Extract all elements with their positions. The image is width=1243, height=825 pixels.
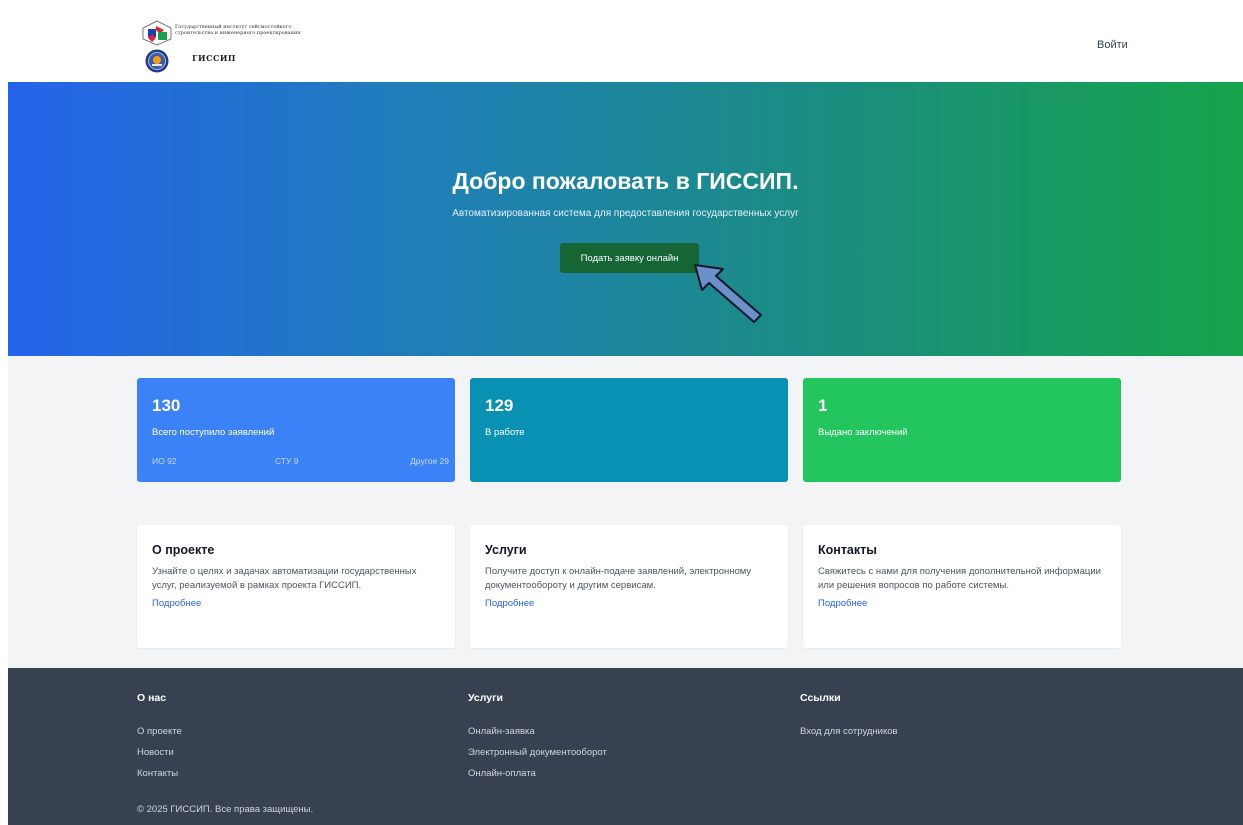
pointer-arrow-icon (694, 264, 762, 323)
hero-banner: Добро пожаловать в ГИССИП. Автоматизиров… (8, 82, 1243, 356)
seal-emblem-icon (145, 49, 169, 73)
info-card-more-link[interactable]: Подробнее (818, 597, 867, 611)
footer-heading-links: Ссылки (800, 692, 841, 704)
stat-label: Выдано заключений (818, 427, 908, 438)
stat-label: Всего поступило заявлений (152, 427, 275, 438)
footer-link-contacts[interactable]: Контакты (137, 768, 178, 779)
footer-heading-about: О нас (137, 692, 167, 704)
site-header: Государственный институт сейсмостойкого … (0, 0, 1243, 82)
stat-card-issued: 1 Выдано заключений (803, 378, 1121, 482)
footer-link-news[interactable]: Новости (137, 747, 174, 758)
stat-breakdown-other: Другое 29 (410, 456, 449, 466)
stat-label: В работе (485, 427, 525, 438)
info-card-text: Получите доступ к онлайн-подаче заявлени… (485, 565, 775, 611)
stat-value: 1 (818, 396, 828, 415)
info-card-services: Услуги Получите доступ к онлайн-подаче з… (470, 525, 788, 648)
stat-value: 130 (152, 396, 181, 415)
info-card-contacts: Контакты Свяжитесь с нами для получения … (803, 525, 1121, 648)
info-card-description: Свяжитесь с нами для получения дополните… (818, 566, 1101, 591)
stat-card-total: 130 Всего поступило заявлений ИО 92 СТУ … (137, 378, 455, 482)
hero-title: Добро пожаловать в ГИССИП. (452, 168, 799, 194)
submit-application-button[interactable]: Подать заявку онлайн (560, 243, 699, 273)
hero-subtitle: Автоматизированная система для предостав… (452, 208, 799, 219)
footer-link-online-payment[interactable]: Онлайн-оплата (468, 768, 536, 779)
footer-link-online-application[interactable]: Онлайн-заявка (468, 726, 535, 737)
info-card-more-link[interactable]: Подробнее (485, 597, 534, 611)
info-card-text: Узнайте о целях и задачах автоматизации … (152, 565, 442, 611)
footer-link-staff-login[interactable]: Вход для сотрудников (800, 726, 898, 737)
info-card-about: О проекте Узнайте о целях и задачах авто… (137, 525, 455, 648)
info-card-title: Контакты (818, 543, 877, 557)
info-card-title: О проекте (152, 543, 215, 557)
institute-logo-icon (142, 20, 172, 46)
footer-link-edm[interactable]: Электронный документооборот (468, 747, 607, 758)
stat-breakdown-stu: СТУ 9 (275, 456, 299, 466)
info-card-title: Услуги (485, 543, 527, 557)
footer-copyright: © 2025 ГИССИП. Все права защищены. (137, 804, 314, 815)
footer-link-about-project[interactable]: О проекте (137, 726, 182, 737)
content-section: 130 Всего поступило заявлений ИО 92 СТУ … (8, 356, 1243, 668)
info-card-description: Узнайте о целях и задачах автоматизации … (152, 566, 417, 591)
info-card-description: Получите доступ к онлайн-подаче заявлени… (485, 566, 752, 591)
stat-value: 129 (485, 396, 514, 415)
login-link[interactable]: Войти (1097, 39, 1128, 51)
site-logo[interactable]: Государственный институт сейсмостойкого … (142, 17, 300, 73)
info-card-more-link[interactable]: Подробнее (152, 597, 201, 611)
info-card-text: Свяжитесь с нами для получения дополните… (818, 565, 1108, 611)
logo-abbreviation: ГИССИП (192, 53, 236, 63)
logo-caption: Государственный институт сейсмостойкого … (175, 24, 301, 36)
stat-breakdown-io: ИО 92 (152, 456, 177, 466)
site-footer: О нас О проекте Новости Контакты Услуги … (8, 668, 1243, 825)
stat-card-in-progress: 129 В работе (470, 378, 788, 482)
footer-heading-services: Услуги (468, 692, 503, 704)
